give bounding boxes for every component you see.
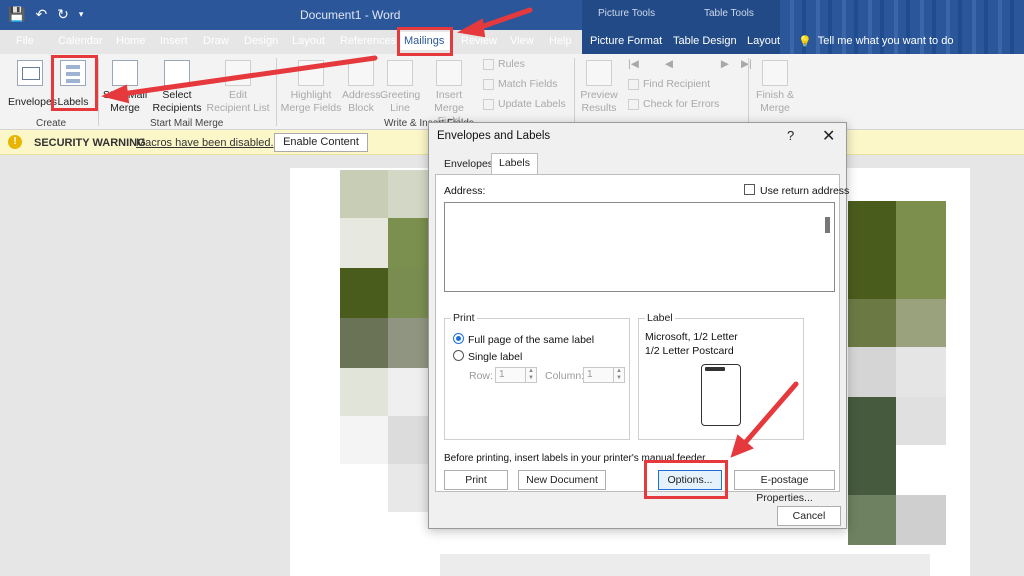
arrow-head-labels [100, 84, 130, 104]
arrow-to-labels [119, 55, 378, 97]
arrow-to-options [741, 381, 799, 447]
arrow-to-mailings [475, 7, 533, 31]
arrow-head-mailings [456, 18, 486, 38]
annotation-arrows [100, 7, 799, 458]
